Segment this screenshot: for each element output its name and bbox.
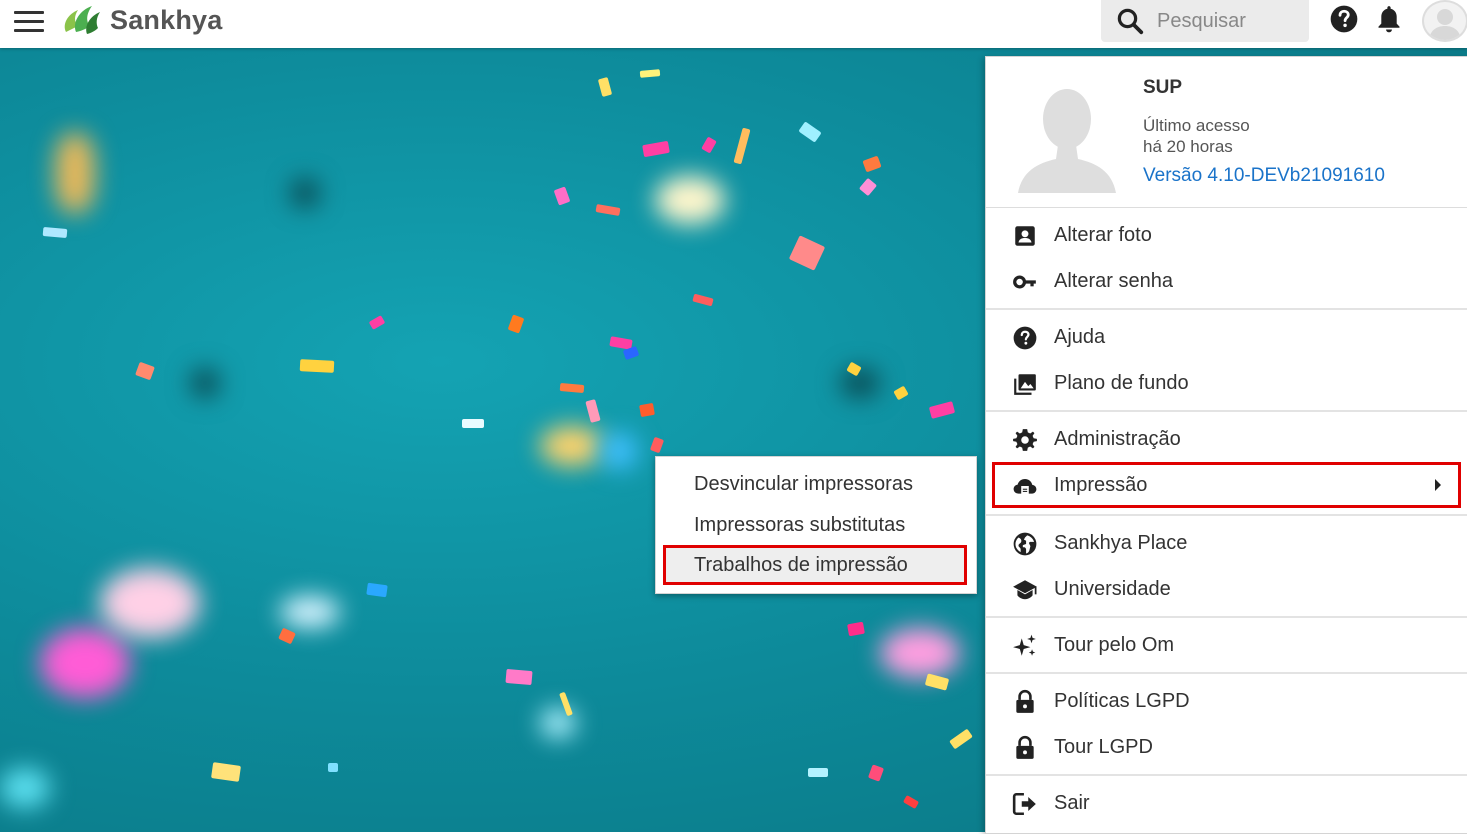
globe-icon	[1013, 532, 1037, 556]
user-avatar-icon	[1429, 9, 1461, 40]
menu-item-label: Ajuda	[1054, 325, 1106, 348]
version-link[interactable]: Versão 4.10-DEVb21091610	[1143, 165, 1385, 187]
hamburger-menu-icon[interactable]	[14, 9, 44, 35]
lock-icon	[1016, 735, 1034, 759]
menu-group-community: Sankhya Place Universidade	[986, 516, 1467, 618]
menu-group-admin: Administração Impressão	[986, 412, 1467, 516]
menu-item-tour-om[interactable]: Tour pelo Om	[986, 622, 1467, 668]
logout-icon	[1012, 792, 1036, 816]
submenu-item-substitute-printers[interactable]: Impressoras substitutas	[656, 505, 976, 545]
brand-logo[interactable]: Sankhya	[60, 0, 222, 40]
profile-silhouette-icon	[1018, 89, 1116, 193]
search-box[interactable]: Pesquisar	[1101, 0, 1309, 42]
menu-item-university[interactable]: Universidade	[986, 566, 1467, 612]
sparkles-icon	[1013, 634, 1036, 656]
notifications-bell-icon[interactable]	[1375, 3, 1403, 35]
user-menu-dropdown: SUP Último acesso há 20 horas Versão 4.1…	[985, 56, 1467, 834]
menu-item-change-password[interactable]: Alterar senha	[986, 258, 1467, 304]
menu-item-label: Plano de fundo	[1054, 371, 1189, 394]
menu-item-label: Alterar foto	[1054, 223, 1152, 246]
cloud-print-icon	[1013, 478, 1037, 496]
menu-item-label: Alterar senha	[1054, 269, 1173, 292]
menu-item-label: Universidade	[1054, 577, 1171, 600]
menu-item-label: Impressão	[1054, 473, 1148, 496]
user-avatar-button[interactable]	[1422, 0, 1467, 42]
menu-item-logout[interactable]: Sair	[986, 780, 1467, 826]
menu-group-tour: Tour pelo Om	[986, 618, 1467, 674]
sankhya-logo-icon	[64, 6, 100, 34]
submenu-item-label: Impressoras substitutas	[694, 513, 906, 536]
submenu-arrow-icon	[1435, 479, 1441, 491]
submenu-item-unlink-printers[interactable]: Desvincular impressoras	[656, 464, 976, 504]
menu-item-printing[interactable]: Impressão	[992, 462, 1461, 508]
menu-item-help[interactable]: Ajuda	[986, 314, 1467, 360]
graduation-cap-icon	[1013, 580, 1037, 600]
profile-section: SUP Último acesso há 20 horas Versão 4.1…	[986, 57, 1467, 208]
help-circle-icon	[1013, 326, 1037, 350]
search-icon	[1117, 8, 1144, 35]
last-access-time: há 20 horas	[1143, 137, 1233, 156]
menu-item-change-photo[interactable]: Alterar foto	[986, 212, 1467, 258]
user-name: SUP	[1143, 77, 1183, 98]
top-bar: Sankhya Pesquisar	[0, 0, 1467, 48]
menu-item-label: Sankhya Place	[1054, 531, 1188, 554]
menu-item-label: Tour LGPD	[1054, 735, 1153, 758]
submenu-item-label: Desvincular impressoras	[694, 472, 913, 495]
printing-submenu: Desvincular impressoras Impressoras subs…	[655, 456, 977, 594]
menu-item-sankhya-place[interactable]: Sankhya Place	[986, 520, 1467, 566]
menu-group-lgpd: Políticas LGPD Tour LGPD	[986, 674, 1467, 776]
menu-item-administration[interactable]: Administração	[986, 416, 1467, 462]
search-input[interactable]: Pesquisar	[1157, 10, 1246, 33]
menu-group-help: Ajuda Plano de fundo	[986, 310, 1467, 412]
submenu-item-label: Trabalhos de impressão	[694, 553, 908, 576]
submenu-item-print-jobs[interactable]: Trabalhos de impressão	[663, 545, 967, 585]
menu-item-lgpd-tour[interactable]: Tour LGPD	[986, 724, 1467, 770]
brand-name: Sankhya	[110, 4, 223, 35]
menu-item-label: Políticas LGPD	[1054, 689, 1190, 712]
lock-icon	[1016, 689, 1034, 713]
menu-item-label: Sair	[1054, 791, 1090, 814]
account-box-icon	[1015, 226, 1035, 246]
last-access-label: Último acesso	[1143, 116, 1250, 135]
image-gallery-icon	[1014, 374, 1036, 395]
menu-item-lgpd-policies[interactable]: Políticas LGPD	[986, 678, 1467, 724]
menu-item-label: Administração	[1054, 427, 1181, 450]
gear-icon	[1013, 429, 1037, 451]
key-icon	[1013, 275, 1036, 289]
menu-group-logout: Sair	[986, 776, 1467, 830]
menu-item-background[interactable]: Plano de fundo	[986, 360, 1467, 406]
menu-group-account: Alterar foto Alterar senha	[986, 208, 1467, 310]
help-icon[interactable]	[1328, 3, 1360, 35]
last-access-info: Último acesso há 20 horas	[1143, 115, 1250, 157]
menu-item-label: Tour pelo Om	[1054, 633, 1175, 656]
